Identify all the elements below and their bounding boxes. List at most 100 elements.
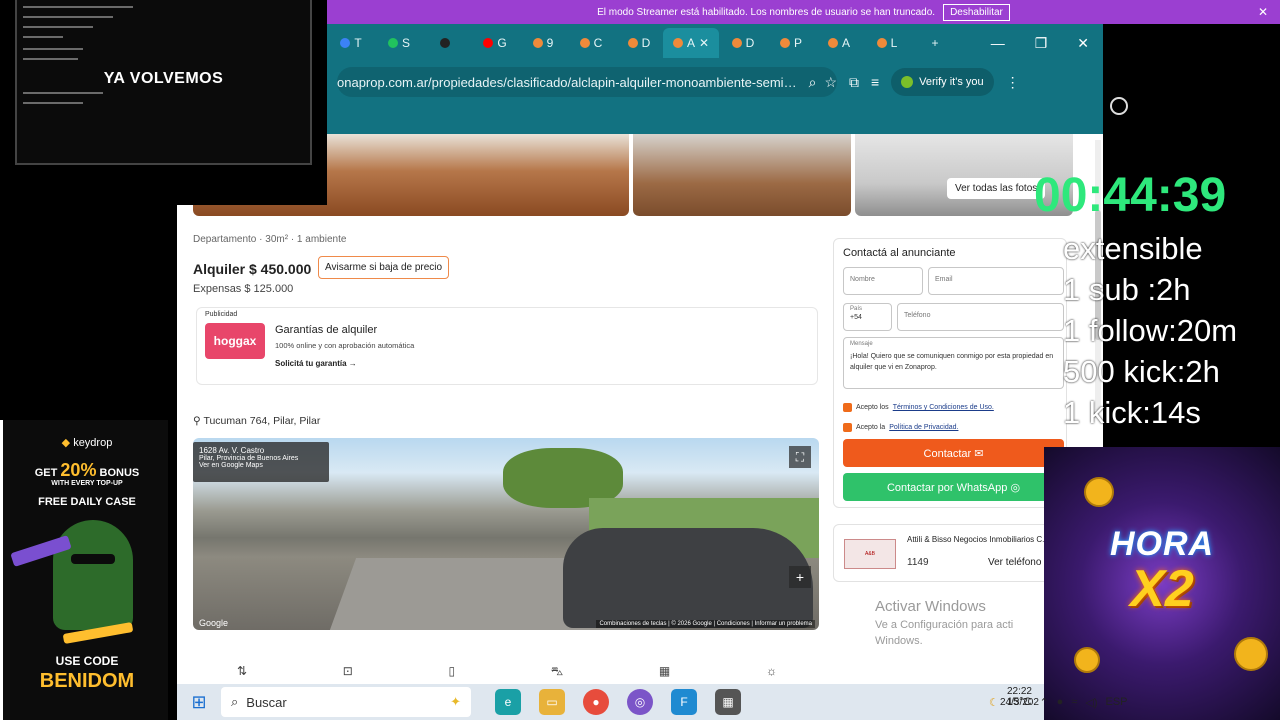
tab-label: T [354,36,362,50]
edge-icon[interactable]: e [495,689,521,715]
tab-favicon-icon [731,38,742,48]
app-f-icon[interactable]: F [671,689,697,715]
extensions-icon[interactable]: ⧉ [849,74,859,91]
feature-icons-row: ⇅ ⊡ ▯ ⛍ ▦ ☼ [237,664,777,680]
agency-name[interactable]: Attili & Bisso Negocios Inmobiliarios C.… [907,535,1051,544]
zoom-in-icon[interactable]: + [789,566,811,588]
rule-line: 1 follow:20m [1063,313,1238,348]
bookmark-star-icon[interactable]: ☆ [824,74,837,91]
whatsapp-button[interactable]: Contactar por WhatsApp ◎ [843,473,1064,501]
terms-checkbox-row[interactable]: Acepto los Términos y Condiciones de Uso… [843,403,994,412]
sv-car [563,528,813,628]
terminal-line [23,48,83,50]
ad-banner[interactable]: Publicidad hoggax Garantías de alquiler … [196,307,818,385]
tab-favicon-icon [672,38,683,48]
new-tab-button[interactable]: + [911,28,959,58]
browser-tab[interactable]: L [863,28,911,58]
mic-icon[interactable]: ● [1057,696,1064,708]
show-phone-button[interactable]: Ver teléfono [988,557,1041,568]
terminal-line [23,58,78,60]
browser-tab[interactable]: T [327,28,375,58]
address-row: onaprop.com.ar/propiedades/clasificado/a… [327,62,1103,102]
close-window-icon[interactable]: ✕ [1077,35,1089,52]
ad-link[interactable]: Solicitá tu garantía → [275,359,357,368]
browser-tab[interactable]: A [815,28,863,58]
menu-kebab-icon[interactable]: ⋮ [1006,74,1020,91]
activation-line2: Windows. [875,635,923,647]
message-field[interactable]: Mensaje ¡Hola! Quiero que se comuniquen … [843,337,1064,389]
location-pin-icon: ⚲ [193,415,201,427]
terms-checkbox[interactable] [843,403,852,412]
browser-tab[interactable]: P [767,28,815,58]
media-control-icon[interactable]: ≡ [871,74,879,90]
browser-tab[interactable]: G [471,28,519,58]
name-field[interactable]: Nombre [843,267,923,295]
gem-icon: ◆ [61,437,71,449]
coin-graphic [1084,477,1114,507]
ad-subtitle: 100% online y con aprobación automática [275,341,415,350]
chevron-up-icon[interactable]: ⌃ [1039,696,1048,709]
address-text: Tucuman 764, Pilar, Pilar [203,415,321,427]
fullscreen-icon[interactable]: ⛶ [789,446,811,468]
disable-streamer-button[interactable]: Deshabilitar [943,3,1010,21]
profile-avatar-icon [901,76,914,88]
browser-tab[interactable]: 9 [519,28,567,58]
x2-text: X2 [1130,560,1194,618]
photo-2[interactable] [633,134,851,216]
terms-link[interactable]: Términos y Condiciones de Uso. [893,404,994,411]
country-code-label: País [850,306,863,312]
email-field[interactable]: Email [928,267,1064,295]
privacy-checkbox-row[interactable]: Acepto la Política de Privacidad. [843,423,958,432]
country-code-select[interactable]: País +54 [843,303,892,331]
street-view-info-card: 1628 Av. V. Castro Pilar, Provincia de B… [193,442,329,482]
close-banner-icon[interactable]: ✕ [1258,5,1268,19]
sv-card-link[interactable]: Ver en Google Maps [199,462,323,469]
see-all-photos-button[interactable]: Ver todas las fotos [947,178,1046,199]
browser-tab[interactable] [423,28,471,58]
brb-overlay: YA VOLVEMOS [0,0,327,205]
promo-code: BENIDOM [39,670,135,692]
address-bar[interactable]: onaprop.com.ar/propiedades/clasificado/a… [337,67,837,97]
browser-tab[interactable]: C [567,28,615,58]
mask-eyes [71,554,115,564]
hora-x2-overlay: HORA X2 [1044,447,1280,720]
browser-tab[interactable]: S [375,28,423,58]
minimize-icon[interactable]: — [991,35,1005,52]
message-text: ¡Hola! Quiero que se comuniquen conmigo … [850,353,1054,371]
phone-field[interactable]: Teléfono [897,303,1064,331]
verify-profile-chip[interactable]: Verify it's you [891,68,994,96]
browser-tab[interactable]: A ✕ [663,28,719,58]
surface-icon: ⊡ [342,664,353,678]
sv-card-title: 1628 Av. V. Castro [199,446,265,455]
contact-button[interactable]: Contactar ✉ [843,439,1064,467]
terminal-line [23,16,113,18]
calculator-icon[interactable]: ▦ [715,689,741,715]
browser-tab[interactable]: D [719,28,767,58]
file-explorer-icon[interactable]: ▭ [539,689,565,715]
price-alert-button[interactable]: Avisarme si baja de precio [318,256,450,279]
tab-favicon-icon [779,38,790,48]
get-text: GET [34,467,58,479]
sv-card-line2: Pilar, Provincia de Buenos Aires [199,455,299,462]
taskbar-clock[interactable]: 22:22 24/3/202 [1000,686,1039,708]
clock-date: 24/3/202 [1000,697,1039,708]
browser-tab[interactable]: D [615,28,663,58]
privacy-checkbox[interactable] [843,423,852,432]
wifi-icon[interactable]: ≈ [1071,696,1077,708]
volume-icon[interactable]: ◁) [1085,696,1097,709]
weather-icon[interactable]: ☾ [989,696,999,709]
tab-label: D [641,36,651,50]
language-indicator[interactable]: ESP [1106,696,1128,708]
light-icon: ☼ [765,664,777,678]
restore-icon[interactable]: ❐ [1035,35,1048,52]
street-view[interactable]: 1628 Av. V. Castro Pilar, Provincia de B… [193,438,819,630]
close-tab-icon[interactable]: ✕ [699,36,709,50]
app-icon[interactable]: ◎ [627,689,653,715]
rule-line: 1 sub :2h [1063,272,1191,307]
zoom-icon[interactable]: ⌕ [809,74,817,91]
privacy-link[interactable]: Política de Privacidad. [889,424,958,431]
chrome-icon[interactable]: ● [583,689,609,715]
bonus-line: GET 20% BONUS [3,460,171,481]
windows-start-icon[interactable]: ⊞ [177,692,221,713]
taskbar-search[interactable]: ⌕ Buscar ✦ [221,687,471,717]
